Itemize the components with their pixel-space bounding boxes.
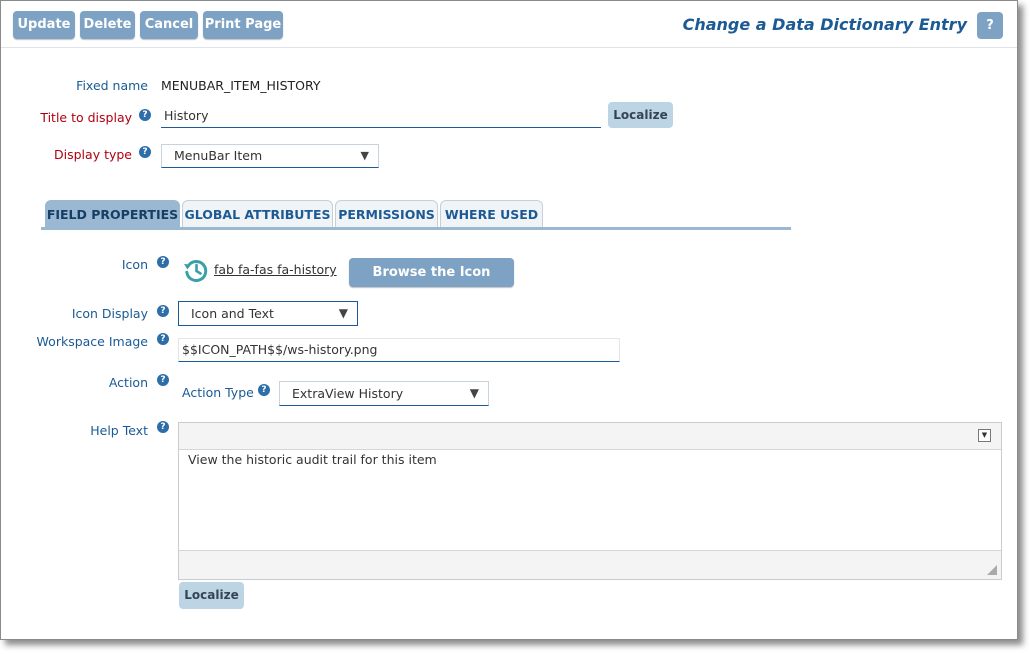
workspace-image-label: Workspace Image bbox=[36, 334, 148, 349]
fixed-name-value: MENUBAR_ITEM_HISTORY bbox=[161, 78, 321, 93]
workspace-image-input[interactable]: $$ICON_PATH$$/ws-history.png bbox=[178, 338, 620, 362]
dropdown-arrow-icon: ▼ bbox=[469, 386, 479, 400]
title-to-display-label: Title to display bbox=[40, 110, 132, 125]
help-question-icon[interactable]: ? bbox=[139, 109, 151, 121]
help-question-icon[interactable]: ? bbox=[157, 256, 169, 268]
help-question-icon[interactable]: ? bbox=[157, 421, 169, 433]
help-question-icon[interactable]: ? bbox=[157, 305, 169, 317]
toolbar-dropdown-icon[interactable]: ▼ bbox=[978, 429, 991, 442]
dialog-window: Update Delete Cancel Print Page Change a… bbox=[0, 0, 1018, 640]
help-question-icon[interactable]: ? bbox=[157, 374, 169, 386]
localize-title-button[interactable]: Localize bbox=[608, 102, 673, 128]
help-question-icon[interactable]: ? bbox=[139, 146, 151, 158]
icon-display-label: Icon Display bbox=[71, 306, 148, 321]
dropdown-arrow-icon: ▼ bbox=[360, 149, 369, 162]
browse-icon-library-button[interactable]: Browse the Icon Library bbox=[349, 258, 514, 309]
icon-class-link[interactable]: fab fa-fas fa-history bbox=[214, 262, 337, 277]
update-button[interactable]: Update bbox=[13, 11, 75, 39]
toolbar: Update Delete Cancel Print Page Change a… bbox=[1, 1, 1017, 48]
action-type-value: ExtraView History bbox=[292, 386, 404, 401]
page-title: Change a Data Dictionary Entry bbox=[682, 15, 967, 34]
history-icon bbox=[182, 256, 210, 284]
icon-label: Icon bbox=[121, 257, 148, 272]
editor-toolbar: ▼ bbox=[179, 423, 1001, 450]
help-text-content[interactable]: View the historic audit trail for this i… bbox=[188, 452, 437, 467]
icon-display-value: Icon and Text bbox=[191, 306, 274, 321]
tab-global-attributes[interactable]: GLOBAL ATTRIBUTES bbox=[182, 200, 333, 229]
editor-statusbar bbox=[179, 550, 1001, 579]
display-type-select[interactable]: MenuBar Item ▼ bbox=[161, 144, 379, 168]
help-question-icon[interactable]: ? bbox=[258, 384, 270, 396]
resize-grip-icon[interactable] bbox=[987, 565, 997, 575]
tab-where-used[interactable]: WHERE USED bbox=[440, 200, 543, 229]
print-page-button[interactable]: Print Page bbox=[203, 11, 283, 39]
action-type-select[interactable]: ExtraView History ▼ bbox=[279, 381, 489, 406]
delete-button[interactable]: Delete bbox=[80, 11, 135, 39]
cancel-button[interactable]: Cancel bbox=[140, 11, 198, 39]
tab-field-properties[interactable]: FIELD PROPERTIES bbox=[45, 200, 180, 229]
help-text-label: Help Text bbox=[90, 423, 148, 438]
action-type-label: Action Type bbox=[182, 385, 254, 400]
help-text-editor[interactable]: ▼ View the historic audit trail for this… bbox=[178, 422, 1002, 580]
tab-permissions[interactable]: PERMISSIONS bbox=[335, 200, 438, 229]
icon-display-select[interactable]: Icon and Text ▼ bbox=[178, 301, 358, 326]
action-label: Action bbox=[108, 375, 148, 390]
display-type-value: MenuBar Item bbox=[174, 148, 263, 163]
display-type-label: Display type bbox=[54, 147, 132, 162]
dropdown-arrow-icon: ▼ bbox=[338, 306, 348, 320]
title-input[interactable]: History bbox=[161, 107, 601, 128]
localize-help-text-button[interactable]: Localize bbox=[179, 582, 244, 609]
tab-underline bbox=[41, 227, 791, 230]
fixed-name-label: Fixed name bbox=[76, 78, 148, 93]
help-question-icon[interactable]: ? bbox=[157, 333, 169, 345]
help-button[interactable]: ? bbox=[977, 12, 1003, 39]
